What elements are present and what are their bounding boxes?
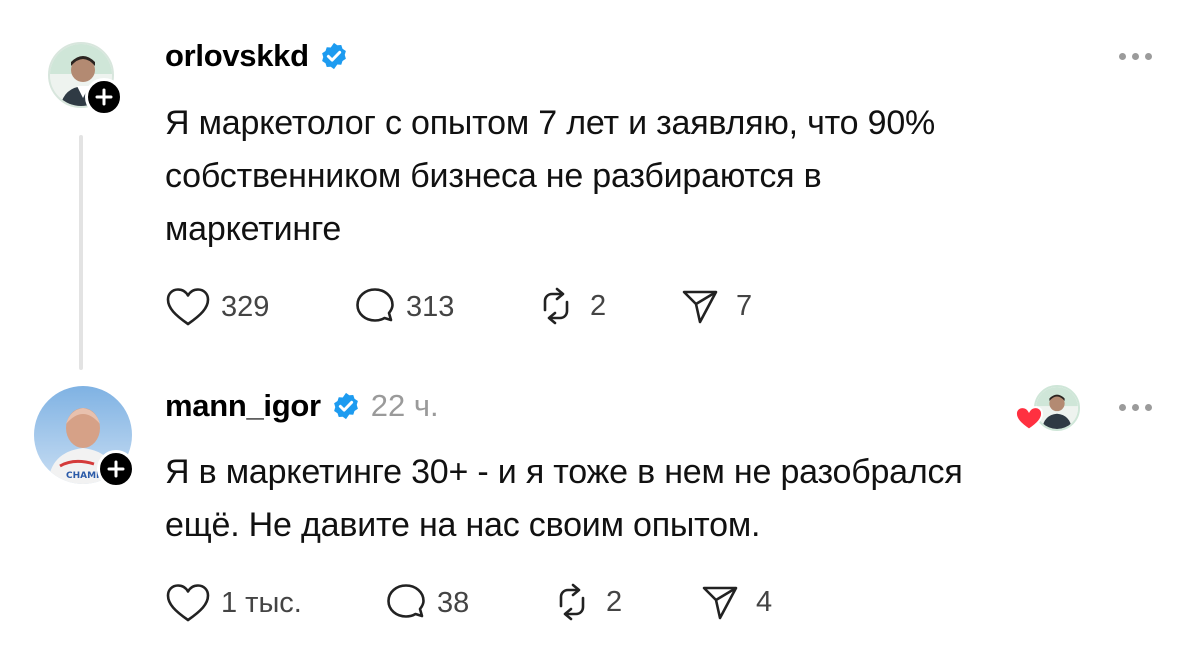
repost-icon bbox=[559, 583, 585, 621]
comment-count: 313 bbox=[406, 290, 455, 323]
comment-button[interactable]: 38 bbox=[385, 582, 469, 624]
comment-icon bbox=[356, 288, 394, 322]
repost-button[interactable]: 2 bbox=[536, 286, 606, 326]
repost-button[interactable]: 2 bbox=[552, 582, 622, 622]
follow-plus-button[interactable] bbox=[85, 78, 123, 116]
repost-icon bbox=[543, 287, 569, 325]
post-time: 22 ч. bbox=[370, 388, 439, 423]
heart-icon bbox=[166, 288, 210, 326]
share-button[interactable]: 7 bbox=[680, 286, 752, 326]
like-button[interactable]: 1 тыс. bbox=[165, 583, 302, 623]
share-button[interactable]: 4 bbox=[700, 582, 772, 622]
like-button[interactable]: 329 bbox=[165, 287, 269, 327]
comment-count: 38 bbox=[437, 586, 470, 619]
share-icon bbox=[702, 586, 738, 620]
post-text: Я маркетолог с опытом 7 лет и заявляю, ч… bbox=[165, 104, 936, 248]
like-count: 329 bbox=[221, 290, 270, 323]
repost-count: 2 bbox=[590, 289, 607, 322]
verified-icon bbox=[321, 42, 346, 70]
plus-icon bbox=[107, 460, 125, 478]
thread-line bbox=[79, 135, 83, 370]
comment-icon bbox=[387, 584, 425, 618]
more-options-button[interactable] bbox=[1119, 404, 1152, 411]
share-icon bbox=[682, 290, 718, 324]
like-count: 1 тыс. bbox=[221, 586, 302, 619]
comment-button[interactable]: 313 bbox=[354, 286, 454, 328]
more-options-button[interactable] bbox=[1119, 53, 1152, 60]
follow-plus-button[interactable] bbox=[97, 450, 135, 488]
username[interactable]: orlovskkd bbox=[165, 38, 309, 74]
username[interactable]: mann_igor bbox=[165, 388, 321, 424]
repost-count: 2 bbox=[606, 585, 623, 618]
verified-icon bbox=[333, 392, 358, 420]
share-count: 4 bbox=[756, 585, 773, 618]
share-count: 7 bbox=[736, 289, 753, 322]
author-liked-indicator bbox=[1014, 385, 1080, 435]
post-text: Я в маркетинге 30+ - и я тоже в нем не р… bbox=[165, 453, 963, 544]
heart-icon bbox=[166, 584, 210, 622]
heart-filled-icon bbox=[1014, 406, 1044, 431]
plus-icon bbox=[95, 88, 113, 106]
